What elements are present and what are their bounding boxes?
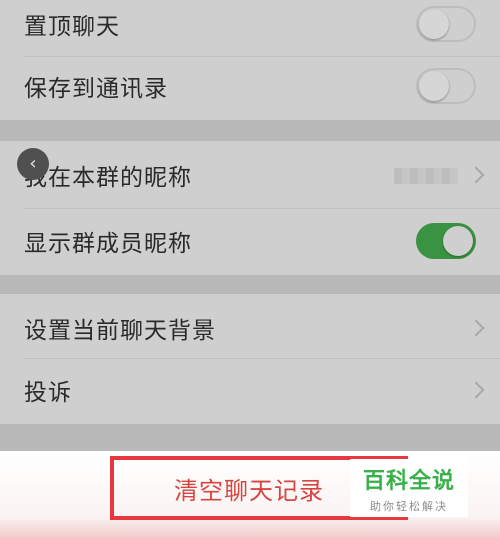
- show-member-nicknames-row[interactable]: 显示群成员昵称: [0, 207, 500, 275]
- clear-chat-history-label: 清空聊天记录: [174, 476, 324, 505]
- toggle-knob: [419, 71, 449, 101]
- my-group-nickname-label: 我在本群的昵称: [24, 165, 192, 191]
- watermark-logo: 百科全说 助你轻松解决: [350, 459, 468, 517]
- settings-group-1: 置顶聊天 保存到通讯录: [0, 0, 500, 120]
- chevron-right-icon: [467, 381, 485, 399]
- toggle-knob: [443, 226, 473, 256]
- watermark-subtitle: 助你轻松解决: [370, 500, 448, 513]
- chevron-right-icon: [467, 319, 485, 337]
- chevron-right-icon: [467, 166, 485, 184]
- toggle-knob: [419, 9, 449, 39]
- pin-chat-toggle[interactable]: [416, 6, 476, 42]
- settings-group-3: 设置当前聊天背景 投诉: [0, 294, 500, 424]
- set-chat-background-row[interactable]: 设置当前聊天背景: [0, 294, 500, 362]
- nickname-value-blurred: [394, 168, 458, 184]
- set-chat-background-label: 设置当前聊天背景: [24, 318, 216, 344]
- show-member-nicknames-toggle[interactable]: [416, 223, 476, 259]
- save-to-contacts-label: 保存到通讯录: [24, 76, 168, 102]
- save-to-contacts-row[interactable]: 保存到通讯录: [0, 52, 500, 120]
- chat-info-settings: 置顶聊天 保存到通讯录 我在本群的昵称 显示群成员昵称 ‹ 设置当前聊天背景 投…: [0, 0, 500, 539]
- pin-chat-row[interactable]: 置顶聊天: [0, 0, 500, 58]
- pin-chat-label: 置顶聊天: [24, 14, 120, 40]
- back-chevron-icon[interactable]: ‹: [17, 148, 49, 180]
- watermark-title: 百科全说: [362, 469, 455, 494]
- save-to-contacts-toggle[interactable]: [416, 68, 476, 104]
- report-row[interactable]: 投诉: [0, 356, 500, 424]
- show-member-nicknames-label: 显示群成员昵称: [24, 231, 192, 257]
- settings-group-2: 我在本群的昵称 显示群成员昵称: [0, 141, 500, 275]
- report-label: 投诉: [24, 380, 72, 406]
